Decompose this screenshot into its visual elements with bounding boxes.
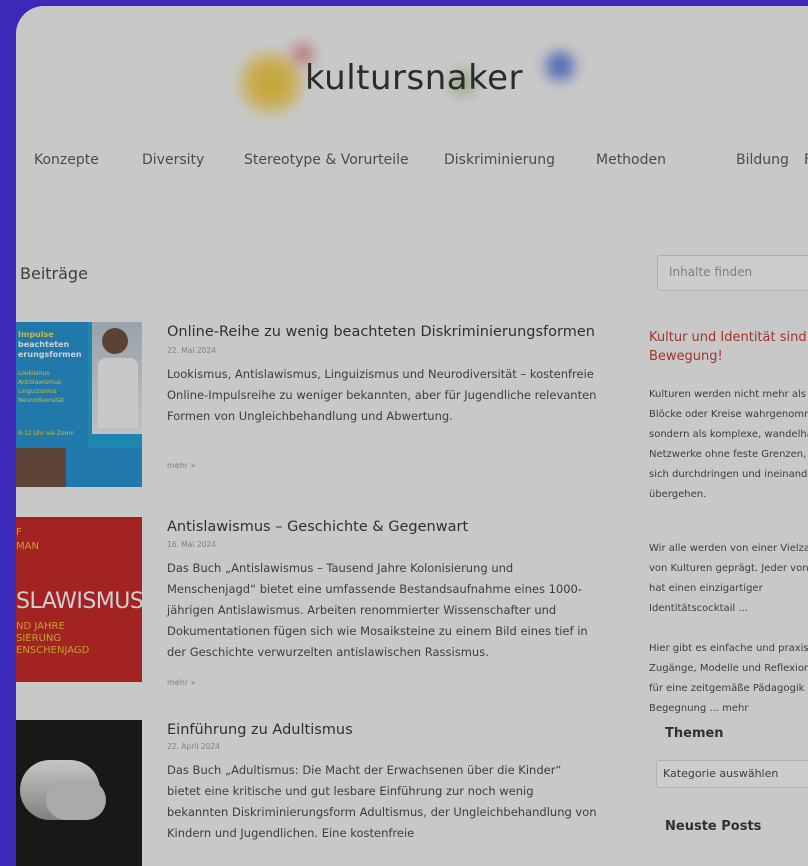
sidebar-paragraph: Kulturen werden nicht mehr als starre Bl… — [649, 389, 808, 500]
thumb-line: MAN — [16, 541, 39, 552]
nav-item-more[interactable]: F — [804, 152, 808, 168]
thumb-line: ENSCHENJAGD — [16, 645, 90, 656]
thumb-face — [102, 328, 128, 354]
thumb-line: ND JAHRE — [16, 621, 65, 632]
post-date: 22. Mai 2024 — [167, 346, 216, 355]
post-more-link[interactable]: mehr » — [167, 678, 196, 687]
thumb-line: SIERUNG — [16, 633, 62, 644]
section-title: Beiträge — [20, 264, 88, 283]
thumb-line: erungsformen — [18, 350, 82, 359]
sidebar-heading: Kultur und Identität sind in Bewegung! — [649, 330, 808, 364]
post-more-link[interactable]: mehr » — [167, 461, 196, 470]
thumb-people — [16, 448, 66, 487]
neuste-posts-heading: Neuste Posts — [665, 819, 762, 834]
post-date: 22. April 2024 — [167, 742, 220, 751]
thumb-hands-2 — [46, 780, 106, 820]
post-thumbnail[interactable] — [16, 720, 142, 866]
thumb-line: beachteten — [18, 340, 70, 349]
post-date: 16. Mai 2024 — [167, 540, 216, 549]
search-input[interactable]: Inhalte finden — [657, 255, 808, 291]
main-navigation: Konzepte Diversity Stereotype & Vorurtei… — [16, 152, 808, 184]
nav-item-diversity[interactable]: Diversity — [142, 152, 204, 168]
sidebar-paragraph: Wir alle werden von einer Vielzahl von K… — [649, 543, 808, 614]
sidebar-paragraph: Hier gibt es einfache und praxisnahe Zug… — [649, 643, 808, 714]
thumb-line: Lookismus — [18, 370, 50, 377]
nav-item-bildung[interactable]: Bildung — [736, 152, 789, 168]
post-excerpt: Lookismus, Antislawismus, Linguizismus u… — [167, 367, 597, 423]
thumb-line: Neurodiversität — [18, 397, 65, 404]
thumb-line: F — [16, 527, 22, 538]
post-title[interactable]: Online-Reihe zu wenig beachteten Diskrim… — [167, 324, 595, 340]
thumb-shirt — [98, 358, 138, 428]
category-select[interactable]: Kategorie auswählen — [656, 760, 808, 788]
thumb-line: SLAWISMUS — [16, 589, 142, 614]
themen-heading: Themen — [665, 726, 724, 741]
nav-item-methoden[interactable]: Methoden — [596, 152, 666, 168]
thumb-line: 9-12 Uhr via Zoom — [18, 430, 75, 437]
post-thumbnail[interactable]: F MAN SLAWISMUS ND JAHRE SIERUNG ENSCHEN… — [16, 517, 142, 682]
thumb-line: Impulse — [18, 330, 54, 339]
post-title[interactable]: Antislawismus – Geschichte & Gegenwart — [167, 519, 468, 535]
post-title[interactable]: Einführung zu Adultismus — [167, 722, 353, 738]
logo-blue-dot — [542, 48, 578, 84]
nav-item-diskriminierung[interactable]: Diskriminierung — [444, 152, 555, 168]
site-title: kultursnaker — [305, 58, 523, 98]
thumb-line: Antislawismus — [18, 379, 61, 386]
post-excerpt: Das Buch „Antislawismus – Tausend Jahre … — [167, 561, 588, 659]
nav-item-konzepte[interactable]: Konzepte — [34, 152, 99, 168]
thumb-line: Linguizismus — [18, 388, 57, 395]
thumb-footer — [66, 448, 142, 487]
post-excerpt: Das Buch „Adultismus: Die Macht der Erwa… — [167, 763, 597, 840]
nav-item-stereotype[interactable]: Stereotype & Vorurteile — [244, 152, 409, 168]
browser-viewport: kultursnaker Konzepte Diversity Stereoty… — [16, 6, 808, 866]
post-thumbnail[interactable]: Impulse beachteten erungsformen Lookismu… — [16, 322, 142, 487]
